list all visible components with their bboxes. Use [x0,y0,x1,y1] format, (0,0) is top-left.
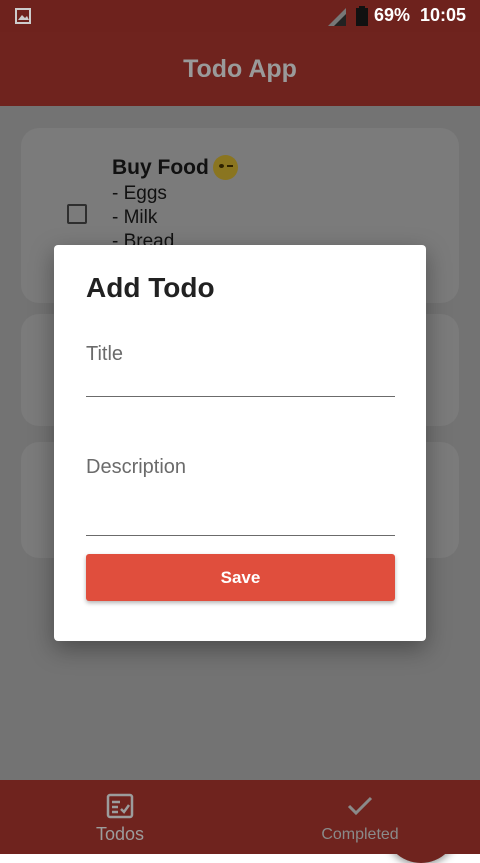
checkmark-icon [347,796,373,816]
description-field [86,456,395,536]
battery-percentage: 69% [374,5,411,25]
todo-description: - Eggs - Milk - Bread [112,183,175,252]
description-input[interactable] [86,456,395,479]
nav-label-todos: Todos [95,824,145,844]
smirking-face-icon [213,155,238,180]
clock: 10:05 [420,5,467,25]
battery-icon [356,6,368,26]
nav-tab-todos[interactable]: Todos [0,780,240,854]
title-field [86,343,395,397]
todo-title: Buy Food [112,156,209,179]
todo-checkbox[interactable] [67,204,87,224]
nav-tab-completed[interactable]: Completed [240,780,480,854]
dialog-title: Add Todo [86,272,215,303]
title-input[interactable] [86,343,395,366]
save-button[interactable]: Save [86,554,395,601]
app-bar: Todo App [0,32,480,106]
bottom-navigation: Todos Completed [0,780,480,854]
signal-icon [328,8,346,26]
add-todo-dialog: Add Todo Save [54,245,426,641]
app-title: Todo App [183,54,297,83]
status-bar: 69% 10:05 [0,0,480,32]
nav-label-completed: Completed [321,826,399,843]
todo-list-icon [106,793,134,819]
gallery-notification-icon [15,8,31,24]
